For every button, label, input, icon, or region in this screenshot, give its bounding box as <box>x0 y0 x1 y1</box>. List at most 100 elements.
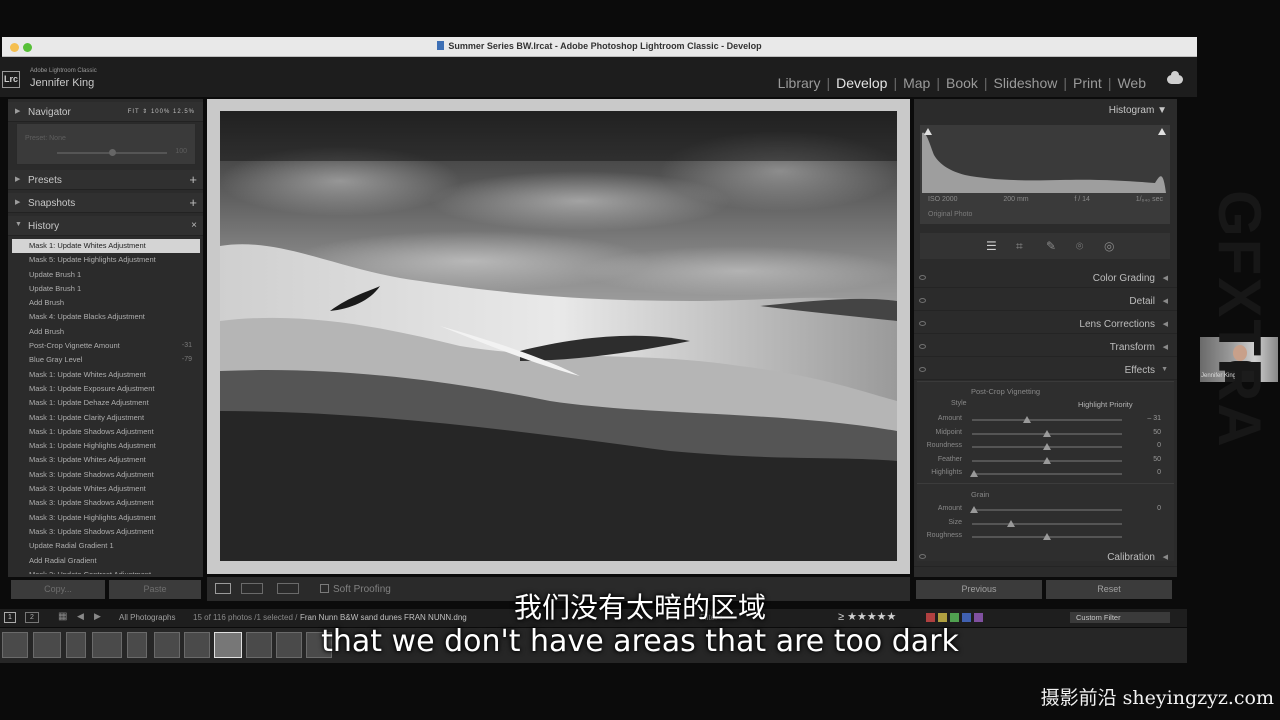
history-item[interactable]: Mask 1: Update Whites Adjustment <box>12 239 200 254</box>
red-eye-icon[interactable]: ⌾ <box>1076 239 1083 254</box>
history-item[interactable]: Mask 3: Update Whites Adjustment <box>12 453 200 467</box>
slider-label: Amount <box>937 505 962 512</box>
slider-track[interactable] <box>972 416 1122 423</box>
history-item[interactable]: Mask 1: Update Whites Adjustment <box>12 368 200 382</box>
clear-history-icon[interactable]: × <box>191 220 197 231</box>
slider-track[interactable] <box>972 519 1122 527</box>
history-item[interactable]: Mask 1: Update Clarity Adjustment <box>12 411 200 425</box>
shadow-clipping-icon[interactable] <box>924 128 932 135</box>
history-item[interactable]: Mask 1: Update Dehaze Adjustment <box>12 396 200 410</box>
history-item[interactable]: Mask 5: Update Highlights Adjustment <box>12 253 200 267</box>
history-item-label: Mask 3: Update Shadows Adjustment <box>29 526 154 536</box>
eye-icon[interactable] <box>919 321 926 326</box>
slider-thumb[interactable] <box>970 470 978 477</box>
history-item-label: Mask 2: Update Contrast Adjustment <box>29 570 151 574</box>
slider-thumb[interactable] <box>1043 443 1051 450</box>
preset-amount-slider[interactable] <box>57 149 167 156</box>
module-library[interactable]: Library <box>772 75 827 91</box>
slider-track[interactable] <box>970 506 1122 513</box>
slider-track[interactable] <box>972 443 1122 450</box>
history-item[interactable]: Mask 3: Update Shadows Adjustment <box>12 525 200 539</box>
section-label: Color Grading <box>1092 273 1155 284</box>
navigator-header[interactable]: ▶ Navigator FIT ⇕ 100% 12.5% <box>8 102 203 122</box>
section-header-transform[interactable]: Transform ◀ <box>914 337 1177 357</box>
right-panel: Histogram ▼ ISO 2000 200 mm f / 14 1/₆₄₀ se… <box>914 99 1177 577</box>
module-bar: Lrc Adobe Lightroom Classic Jennifer Kin… <box>0 57 1197 97</box>
module-web[interactable]: Web <box>1111 75 1152 91</box>
calibration-header[interactable]: Calibration ◀ <box>914 547 1177 567</box>
window-title-text: Summer Series BW.lrcat - Adobe Photoshop… <box>448 41 762 51</box>
history-item[interactable]: Update Brush 1 <box>12 282 200 296</box>
history-item-label: Update Brush 1 <box>29 269 82 279</box>
slider-thumb[interactable] <box>1043 429 1051 437</box>
history-item[interactable]: Blue Gray Level -79 <box>12 353 200 367</box>
slider-thumb[interactable] <box>1006 519 1015 527</box>
history-item[interactable]: Add Brush <box>12 325 200 339</box>
style-dropdown[interactable]: Highlight Priority <box>1078 400 1133 409</box>
expand-arrow-icon: ▶ <box>15 199 21 206</box>
navigator-zoom-options[interactable]: FIT ⇕ 100% 12.5% <box>128 108 195 115</box>
slider-thumb[interactable] <box>1043 456 1051 464</box>
eye-icon[interactable] <box>919 298 926 303</box>
main-photo[interactable] <box>220 111 897 561</box>
slider-track[interactable] <box>972 533 1122 540</box>
history-item[interactable]: Mask 3: Update Shadows Adjustment <box>12 468 200 482</box>
history-item[interactable]: Mask 2: Update Contrast Adjustment <box>12 568 200 574</box>
healing-icon[interactable]: ✎ <box>1046 239 1056 253</box>
eye-icon[interactable] <box>919 554 926 559</box>
eye-icon[interactable] <box>919 275 926 280</box>
slider-track[interactable] <box>970 470 1122 477</box>
history-header[interactable]: ▼ History × <box>8 216 203 236</box>
preset-amount-label: Preset: None <box>25 135 66 142</box>
history-item[interactable]: Add Radial Gradient <box>12 554 200 568</box>
section-header-effects[interactable]: Effects ▼ <box>914 360 1177 380</box>
slider-thumb[interactable] <box>1022 416 1031 423</box>
history-item[interactable]: Mask 3: Update Whites Adjustment <box>12 482 200 496</box>
history-item[interactable]: Mask 1: Update Highlights Adjustment <box>12 439 200 453</box>
slider-track[interactable] <box>972 429 1122 437</box>
module-map[interactable]: Map <box>897 75 936 91</box>
expand-arrow-icon: ◀ <box>1162 298 1168 305</box>
add-snapshot-icon[interactable]: + <box>189 195 197 210</box>
history-item-label: Mask 1: Update Dehaze Adjustment <box>29 398 149 408</box>
module-print[interactable]: Print <box>1067 75 1108 91</box>
slider-label: Highlights <box>931 469 962 476</box>
module-book[interactable]: Book <box>940 75 984 91</box>
app-brand: Adobe Lightroom Classic <box>30 68 97 74</box>
history-item-label: Mask 4: Update Blacks Adjustment <box>29 312 145 322</box>
screen: Summer Series BW.lrcat - Adobe Photoshop… <box>0 0 1280 720</box>
eye-icon[interactable] <box>919 344 926 349</box>
eye-icon[interactable] <box>919 367 926 372</box>
edit-sliders-icon[interactable]: ☰ <box>986 239 997 253</box>
history-item[interactable]: Update Brush 1 <box>12 268 200 282</box>
slider-row: Feather 50 <box>917 454 1167 467</box>
presets-header[interactable]: ▶ Presets + <box>8 170 203 190</box>
crop-icon[interactable]: ⌗ <box>1016 239 1023 254</box>
history-item[interactable]: Mask 3: Update Shadows Adjustment <box>12 496 200 510</box>
module-slideshow[interactable]: Slideshow <box>988 75 1064 91</box>
preset-amount-value: 100 <box>175 148 187 155</box>
slider-track[interactable] <box>972 456 1122 464</box>
slider-thumb[interactable] <box>970 506 978 513</box>
history-item[interactable]: Update Radial Gradient 1 <box>12 539 200 553</box>
history-item[interactable]: Post-Crop Vignette Amount -31 <box>12 339 200 353</box>
history-item[interactable]: Add Brush <box>12 296 200 310</box>
add-preset-icon[interactable]: + <box>189 172 197 187</box>
left-panel: ▶ Navigator FIT ⇕ 100% 12.5% Preset: Non… <box>8 99 203 577</box>
masking-icon[interactable]: ◎ <box>1104 239 1114 253</box>
highlight-clipping-icon[interactable] <box>1158 128 1166 135</box>
history-item[interactable]: Mask 4: Update Blacks Adjustment <box>12 310 200 324</box>
module-develop[interactable]: Develop <box>830 75 893 91</box>
cloud-sync-icon[interactable] <box>1167 71 1183 84</box>
section-header-lens-corrections[interactable]: Lens Corrections ◀ <box>914 314 1177 334</box>
history-item[interactable]: Mask 1: Update Exposure Adjustment <box>12 382 200 396</box>
section-header-color-grading[interactable]: Color Grading ◀ <box>914 268 1177 288</box>
history-item[interactable]: Mask 1: Update Shadows Adjustment <box>12 425 200 439</box>
slider-thumb[interactable] <box>1043 533 1051 540</box>
section-header-detail[interactable]: Detail ◀ <box>914 291 1177 311</box>
histogram-header[interactable]: Histogram ▼ <box>1109 105 1167 116</box>
snapshots-header[interactable]: ▶ Snapshots + <box>8 193 203 213</box>
module-picker: Library | Develop | Map | Book | Slideshow | Print… <box>772 75 1152 91</box>
slider-row: Amount – 31 <box>917 413 1167 426</box>
history-item[interactable]: Mask 3: Update Highlights Adjustment <box>12 511 200 525</box>
